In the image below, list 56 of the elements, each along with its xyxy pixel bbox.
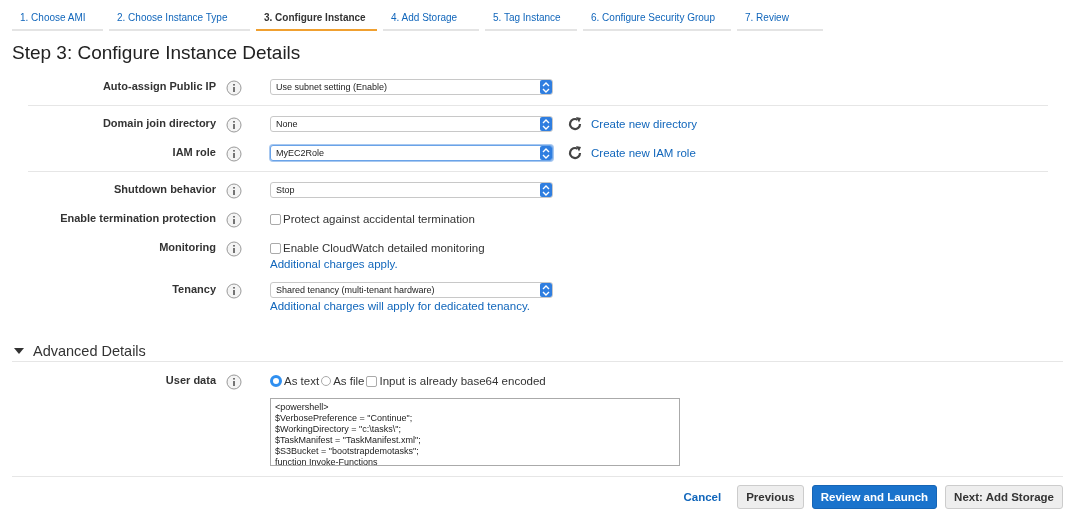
chevron-updown-icon <box>542 81 550 93</box>
wizard-tab[interactable]: 2. Choose Instance Type <box>109 8 250 31</box>
info-icon <box>226 183 242 199</box>
field-label: Shutdown behavior <box>113 183 216 195</box>
field-label: Domain join directory <box>102 117 216 129</box>
charges-link[interactable]: Additional charges will apply for dedicated tenancy. <box>270 300 553 312</box>
info-icon <box>226 146 242 162</box>
nav-button[interactable]: Next: Add Storage <box>945 485 1063 509</box>
section-title[interactable]: Advanced Details <box>33 343 146 359</box>
create-link[interactable]: Create new directory <box>591 118 698 130</box>
info-icon <box>226 117 242 133</box>
refresh-icon <box>567 145 583 161</box>
checkbox[interactable] <box>366 375 378 387</box>
wizard-tab[interactable]: 6. Configure Security Group <box>583 8 731 31</box>
checkbox-label: Protect against accidental termination <box>283 213 475 225</box>
field-label: Auto-assign Public IP <box>102 80 216 92</box>
field-label: User data <box>165 374 216 386</box>
wizard-tab[interactable]: 7. Review <box>737 8 823 31</box>
charges-link[interactable]: Additional charges apply. <box>270 258 485 270</box>
page-title: Step 3: Configure Instance Details <box>11 41 302 63</box>
wizard-tab[interactable]: 3. Configure Instance <box>256 8 377 31</box>
checkbox-label: Input is already base64 encoded <box>379 375 546 387</box>
dropdown[interactable]: Stop <box>270 182 553 198</box>
wizard-tab[interactable]: 5. Tag Instance <box>485 8 577 31</box>
checkbox-label: Enable CloudWatch detailed monitoring <box>283 242 485 254</box>
chevron-updown-icon <box>542 284 550 296</box>
info-icon <box>226 241 242 257</box>
checkbox[interactable] <box>270 242 281 254</box>
radio-button[interactable] <box>321 376 332 386</box>
chevron-updown-icon <box>542 147 550 159</box>
field-label: Monitoring <box>159 241 216 253</box>
dropdown[interactable]: None <box>270 116 553 132</box>
radio-label: As text <box>284 375 320 387</box>
user-data-field[interactable]: <powershell> $VerbosePreference = "Continue"; $WorkingDirectory = "c:\tasks\"; $TaskManifest = "TaskManifest.xml"; $S3Bucket = "bootstrapdemotasks"; function Invoke-Functions <box>270 398 680 466</box>
wizard-tab[interactable]: 4. Add Storage <box>383 8 479 31</box>
field-label: IAM role <box>172 146 216 158</box>
checkbox[interactable] <box>270 213 281 225</box>
radio-button[interactable] <box>270 375 282 387</box>
dropdown[interactable]: MyEC2Role <box>270 145 553 161</box>
dropdown[interactable]: Use subnet setting (Enable) <box>270 79 553 95</box>
cancel-link[interactable]: Cancel <box>683 491 722 503</box>
field-label: Enable termination protection <box>60 212 216 224</box>
wizard-tab[interactable]: 1. Choose AMI <box>12 8 103 31</box>
radio-label: As file <box>333 375 365 387</box>
dropdown[interactable]: Shared tenancy (multi-tenant hardware) <box>270 282 553 298</box>
review-launch-button[interactable]: Review and Launch <box>811 485 938 509</box>
chevron-updown-icon <box>542 118 550 130</box>
info-icon <box>226 283 242 299</box>
refresh-icon <box>567 116 583 132</box>
info-icon <box>226 80 242 96</box>
nav-button[interactable]: Previous <box>737 485 804 509</box>
info-icon <box>226 374 242 390</box>
info-icon <box>226 212 242 228</box>
field-label: Tenancy <box>172 283 216 295</box>
chevron-updown-icon <box>542 184 550 196</box>
create-link[interactable]: Create new IAM role <box>591 147 696 159</box>
